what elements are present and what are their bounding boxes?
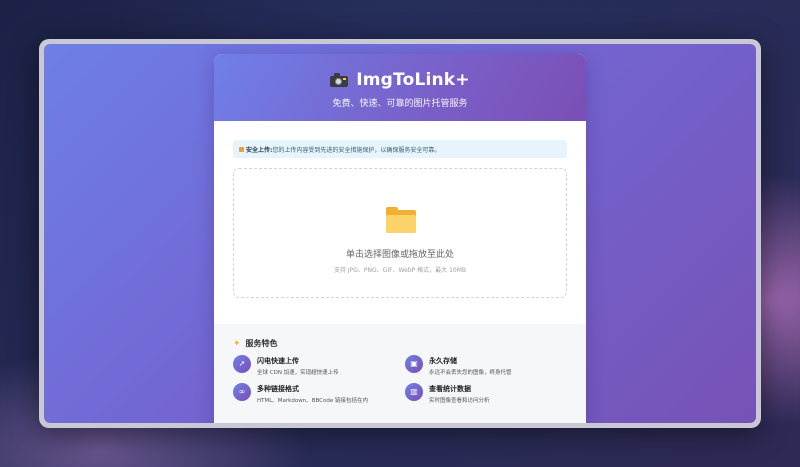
feature-item: ▥ 查看统计数据 实时图像查看和访问分析 xyxy=(405,383,565,409)
app-title: ImgToLink+ xyxy=(356,70,470,90)
security-notice: 安全上传: 您的上传内容受到先进的安全措施保护，以确保服务安全可靠。 xyxy=(233,140,567,158)
lock-icon xyxy=(239,146,244,152)
feature-desc: HTML、Markdown、BBCode 链接包括在内 xyxy=(257,398,368,404)
link-icon: ∞ xyxy=(233,383,251,401)
folder-icon xyxy=(386,207,416,233)
header: ImgToLink+ 免费、快速、可靠的图片托管服务 xyxy=(214,54,586,121)
upload-sub-text: 支持 JPG、PNG、GIF、WebP 格式，最大 10MB xyxy=(333,267,466,274)
app-subtitle: 免费、快速、可靠的图片托管服务 xyxy=(332,99,468,109)
feature-item: ▣ 永久存储 永远不会丢失您的图像，终身托管 xyxy=(405,355,565,381)
bar-chart-icon: ▥ xyxy=(405,383,423,401)
features-title: 服务特色 xyxy=(245,339,278,348)
floppy-disk-icon: ▣ xyxy=(405,355,423,373)
feature-title: 多种链接格式 xyxy=(257,385,299,393)
feature-desc: 全球 CDN 加速，实现超快速上传 xyxy=(257,370,339,376)
features-heading: ✦ 服务特色 xyxy=(233,338,567,349)
title-row: ImgToLink+ xyxy=(214,70,586,90)
notice-label: 安全上传: xyxy=(246,146,273,154)
feature-item: ➚ 闪电快速上传 全球 CDN 加速，实现超快速上传 xyxy=(233,355,393,381)
feature-title: 查看统计数据 xyxy=(429,385,471,393)
notice-text: 您的上传内容受到先进的安全措施保护，以确保服务安全可靠。 xyxy=(272,146,441,154)
browser-window: ImgToLink+ 免费、快速、可靠的图片托管服务 安全上传: 您的上传内容受… xyxy=(39,39,761,428)
main-card: ImgToLink+ 免费、快速、可靠的图片托管服务 安全上传: 您的上传内容受… xyxy=(214,54,586,423)
page-viewport: ImgToLink+ 免费、快速、可靠的图片托管服务 安全上传: 您的上传内容受… xyxy=(44,44,756,423)
features-grid: ➚ 闪电快速上传 全球 CDN 加速，实现超快速上传 ▣ 永久存储 永远不会丢失… xyxy=(233,355,567,423)
feature-desc: 实时图像查看和访问分析 xyxy=(429,398,490,404)
camera-icon xyxy=(330,73,349,87)
feature-desc: 永远不会丢失您的图像，终身托管 xyxy=(429,370,512,376)
upload-dropzone[interactable]: 单击选择图像或拖放至此处 支持 JPG、PNG、GIF、WebP 格式，最大 1… xyxy=(233,168,567,298)
rocket-icon: ➚ xyxy=(233,355,251,373)
sparkle-icon: ✦ xyxy=(233,338,241,349)
features-section: ✦ 服务特色 ➚ 闪电快速上传 全球 CDN 加速，实现超快速上传 ▣ 永久存储… xyxy=(214,324,586,423)
feature-title: 永久存储 xyxy=(429,357,457,365)
feature-item: ∞ 多种链接格式 HTML、Markdown、BBCode 链接包括在内 xyxy=(233,383,393,409)
feature-title: 闪电快速上传 xyxy=(257,357,299,365)
upload-main-text: 单击选择图像或拖放至此处 xyxy=(345,250,454,260)
